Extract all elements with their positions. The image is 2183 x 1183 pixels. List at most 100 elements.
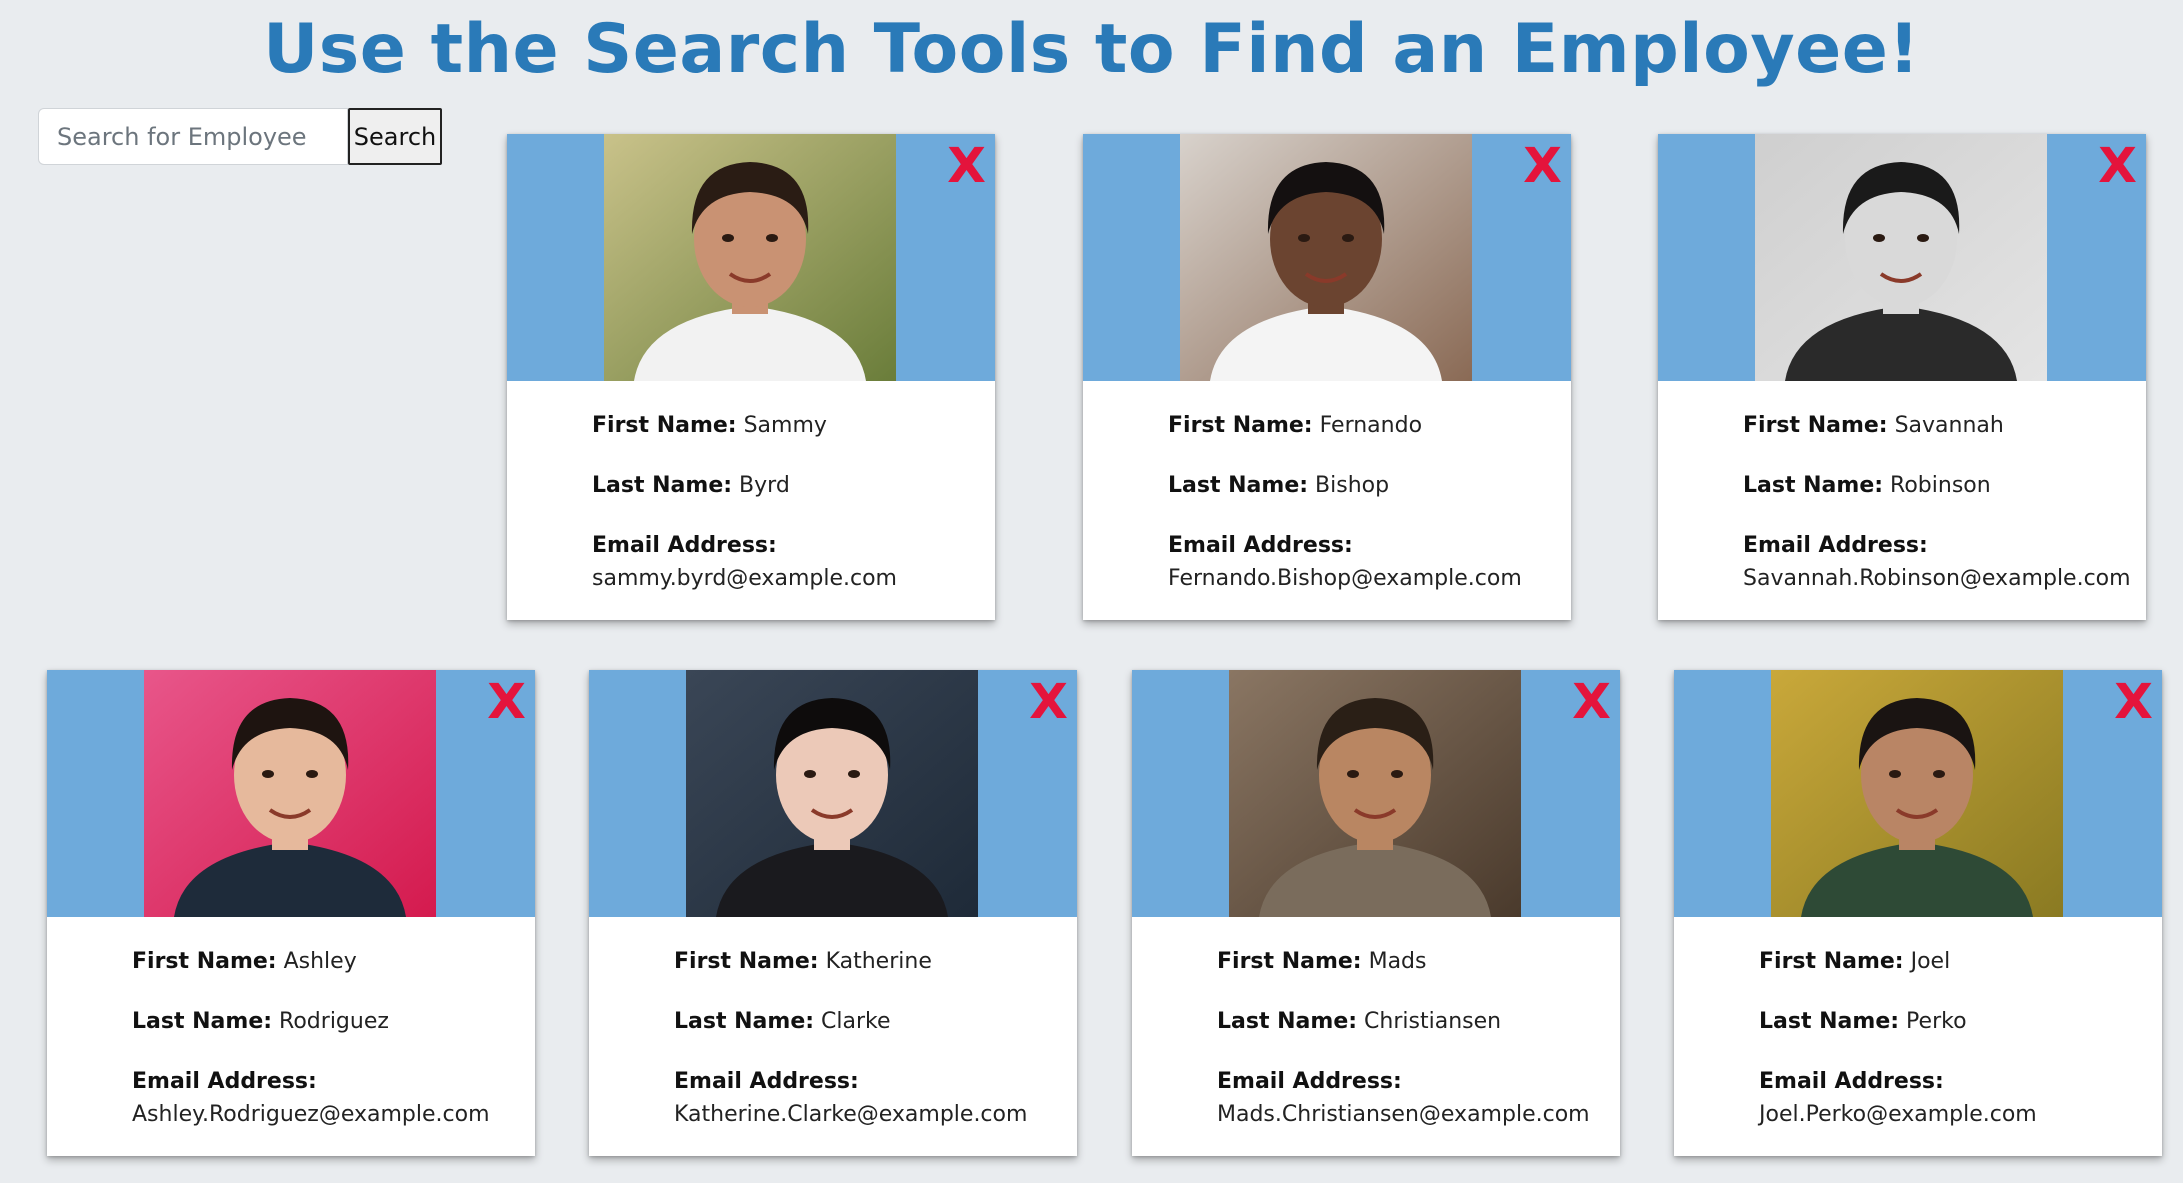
employee-card: X First Name: Katherine Last Name: Clark…: [589, 670, 1077, 1156]
employee-photo: [1755, 134, 2047, 381]
search-button[interactable]: Search: [348, 108, 442, 165]
first-name-row: First Name: Ashley: [132, 947, 535, 977]
employee-card: X First Name: Fernando Last Name: Bishop…: [1083, 134, 1571, 620]
employee-card: X First Name: Sammy Last Name: Byrd Emai…: [507, 134, 995, 620]
email-value: Katherine.Clarke@example.com: [674, 1102, 1028, 1127]
last-name-label: Last Name:: [1743, 473, 1884, 498]
search-form: Search: [38, 108, 442, 165]
email-value: Savannah.Robinson@example.com: [1743, 566, 2131, 591]
first-name-label: First Name:: [1168, 413, 1313, 438]
first-name-label: First Name:: [674, 949, 819, 974]
delete-employee-button[interactable]: X: [2114, 678, 2153, 726]
first-name-label: First Name:: [592, 413, 737, 438]
delete-employee-button[interactable]: X: [1523, 142, 1562, 190]
card-banner: X: [1083, 134, 1571, 381]
last-name-row: Last Name: Byrd: [592, 471, 995, 501]
email-label: Email Address:: [592, 533, 777, 558]
email-row: Email Address: sammy.byrd@example.com: [592, 531, 995, 594]
email-row: Email Address: Katherine.Clarke@example.…: [674, 1067, 1077, 1130]
email-row: Email Address: Savannah.Robinson@example…: [1743, 531, 2146, 594]
employee-photo: [144, 670, 436, 917]
email-label: Email Address:: [132, 1069, 317, 1094]
page: Use the Search Tools to Find an Employee…: [0, 0, 2183, 1183]
email-row: Email Address: Ashley.Rodriguez@example.…: [132, 1067, 535, 1130]
page-title: Use the Search Tools to Find an Employee…: [263, 10, 1920, 89]
first-name-row: First Name: Fernando: [1168, 411, 1571, 441]
last-name-value: Christiansen: [1364, 1009, 1502, 1034]
first-name-value: Ashley: [283, 949, 357, 974]
employee-info: First Name: Mads Last Name: Christiansen…: [1132, 917, 1620, 1130]
delete-employee-button[interactable]: X: [1572, 678, 1611, 726]
employee-card: X First Name: Savannah Last Name: Robins…: [1658, 134, 2146, 620]
first-name-row: First Name: Katherine: [674, 947, 1077, 977]
card-banner: X: [589, 670, 1077, 917]
card-banner: X: [1658, 134, 2146, 381]
email-label: Email Address:: [1217, 1069, 1402, 1094]
card-banner: X: [1132, 670, 1620, 917]
first-name-value: Fernando: [1319, 413, 1423, 438]
last-name-value: Rodriguez: [279, 1009, 389, 1034]
employee-photo: [604, 134, 896, 381]
last-name-value: Perko: [1906, 1009, 1967, 1034]
email-label: Email Address:: [674, 1069, 859, 1094]
employee-photo: [686, 670, 978, 917]
first-name-row: First Name: Sammy: [592, 411, 995, 441]
card-banner: X: [47, 670, 535, 917]
email-value: Ashley.Rodriguez@example.com: [132, 1102, 490, 1127]
last-name-row: Last Name: Rodriguez: [132, 1007, 535, 1037]
last-name-value: Byrd: [739, 473, 790, 498]
employee-info: First Name: Katherine Last Name: Clarke …: [589, 917, 1077, 1130]
first-name-value: Mads: [1368, 949, 1427, 974]
employee-info: First Name: Savannah Last Name: Robinson…: [1658, 381, 2146, 594]
employee-photo: [1180, 134, 1472, 381]
search-input[interactable]: [38, 108, 348, 165]
last-name-label: Last Name:: [592, 473, 733, 498]
last-name-row: Last Name: Clarke: [674, 1007, 1077, 1037]
employee-card: X First Name: Mads Last Name: Christians…: [1132, 670, 1620, 1156]
last-name-row: Last Name: Perko: [1759, 1007, 2162, 1037]
employee-photo: [1229, 670, 1521, 917]
email-row: Email Address: Joel.Perko@example.com: [1759, 1067, 2162, 1130]
delete-employee-button[interactable]: X: [947, 142, 986, 190]
email-value: Mads.Christiansen@example.com: [1217, 1102, 1590, 1127]
email-label: Email Address:: [1743, 533, 1928, 558]
last-name-row: Last Name: Bishop: [1168, 471, 1571, 501]
delete-employee-button[interactable]: X: [2098, 142, 2137, 190]
delete-employee-button[interactable]: X: [487, 678, 526, 726]
delete-employee-button[interactable]: X: [1029, 678, 1068, 726]
employee-info: First Name: Fernando Last Name: Bishop E…: [1083, 381, 1571, 594]
employee-info: First Name: Joel Last Name: Perko Email …: [1674, 917, 2162, 1130]
employee-card: X First Name: Joel Last Name: Perko Emai…: [1674, 670, 2162, 1156]
last-name-row: Last Name: Robinson: [1743, 471, 2146, 501]
first-name-label: First Name:: [1759, 949, 1904, 974]
last-name-label: Last Name:: [1217, 1009, 1358, 1034]
first-name-label: First Name:: [1217, 949, 1362, 974]
last-name-label: Last Name:: [1759, 1009, 1900, 1034]
email-value: Joel.Perko@example.com: [1759, 1102, 2037, 1127]
email-label: Email Address:: [1168, 533, 1353, 558]
email-value: Fernando.Bishop@example.com: [1168, 566, 1522, 591]
first-name-value: Sammy: [743, 413, 827, 438]
employee-info: First Name: Sammy Last Name: Byrd Email …: [507, 381, 995, 594]
employee-info: First Name: Ashley Last Name: Rodriguez …: [47, 917, 535, 1130]
last-name-row: Last Name: Christiansen: [1217, 1007, 1620, 1037]
email-label: Email Address:: [1759, 1069, 1944, 1094]
first-name-label: First Name:: [132, 949, 277, 974]
first-name-value: Savannah: [1894, 413, 2004, 438]
first-name-row: First Name: Savannah: [1743, 411, 2146, 441]
employee-card: X First Name: Ashley Last Name: Rodrigue…: [47, 670, 535, 1156]
employee-photo: [1771, 670, 2063, 917]
last-name-value: Bishop: [1315, 473, 1390, 498]
first-name-label: First Name:: [1743, 413, 1888, 438]
first-name-row: First Name: Joel: [1759, 947, 2162, 977]
first-name-row: First Name: Mads: [1217, 947, 1620, 977]
card-banner: X: [1674, 670, 2162, 917]
email-row: Email Address: Fernando.Bishop@example.c…: [1168, 531, 1571, 594]
card-banner: X: [507, 134, 995, 381]
email-row: Email Address: Mads.Christiansen@example…: [1217, 1067, 1620, 1130]
first-name-value: Katherine: [825, 949, 932, 974]
last-name-label: Last Name:: [1168, 473, 1309, 498]
email-value: sammy.byrd@example.com: [592, 566, 897, 591]
last-name-value: Clarke: [821, 1009, 891, 1034]
last-name-label: Last Name:: [132, 1009, 273, 1034]
